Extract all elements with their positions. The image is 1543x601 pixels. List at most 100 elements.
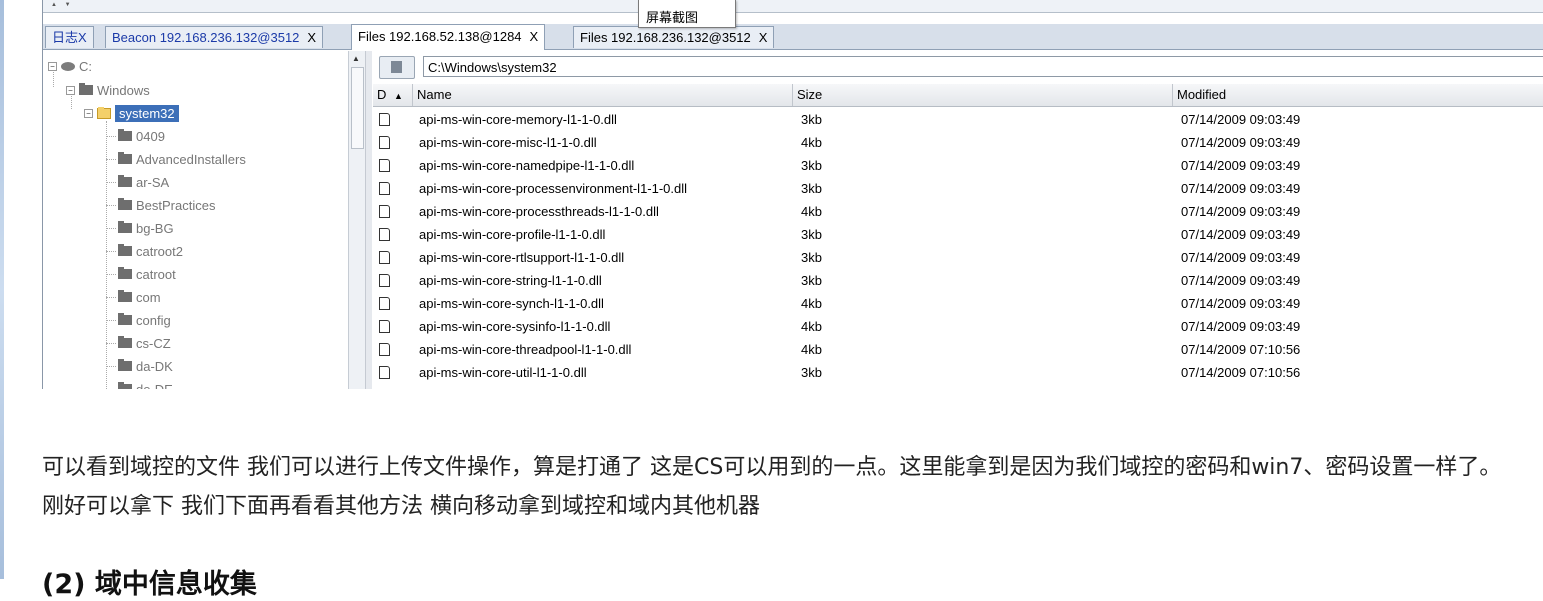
collapse-icon[interactable]: − [66, 85, 75, 95]
cell-modified: 07/14/2009 09:03:49 [1181, 296, 1301, 311]
tree-node-folder-label: AdvancedInstallers [136, 151, 246, 167]
tree-node-windows[interactable]: − Windows [66, 81, 150, 99]
tree-node-folder[interactable]: 0409 [118, 127, 165, 145]
tab-files-236-132-label: Files 192.168.236.132@3512 [580, 30, 751, 45]
collapse-icon[interactable]: − [48, 61, 57, 71]
list-icon [391, 61, 402, 73]
cell-size: 4kb [801, 319, 822, 334]
cell-modified: 07/14/2009 09:03:49 [1181, 227, 1301, 242]
file-icon [379, 366, 390, 379]
table-row[interactable]: api-ms-win-core-processthreads-l1-1-0.dl… [373, 200, 1543, 223]
folder-icon [118, 198, 132, 210]
column-header-d-label: D [377, 87, 387, 102]
path-browse-button[interactable] [379, 56, 415, 79]
folder-icon [118, 313, 132, 325]
file-icon [379, 159, 390, 172]
file-icon [379, 343, 390, 356]
folder-icon [118, 221, 132, 233]
screenshot-tooltip-label: 屏幕截图 [646, 11, 699, 26]
table-row[interactable]: api-ms-win-core-processenvironment-l1-1-… [373, 177, 1543, 200]
column-header-size[interactable]: Size [793, 84, 1173, 106]
file-icon [379, 113, 390, 126]
tree-node-system32[interactable]: − system32 [84, 104, 179, 122]
cell-modified: 07/14/2009 09:03:49 [1181, 319, 1301, 334]
article-paragraph: 可以看到域控的文件 我们可以进行上传文件操作，算是打通了 这是CS可以用到的一点… [42, 455, 1502, 519]
table-row[interactable]: api-ms-win-core-threadpool-l1-1-0.dll 4kb… [373, 338, 1543, 361]
folder-icon [79, 83, 93, 95]
sort-ascending-icon: ▲ [394, 91, 403, 101]
tree-node-folder[interactable]: com [118, 288, 161, 306]
folder-icon [118, 175, 132, 187]
tree-node-folder[interactable]: ar-SA [118, 173, 169, 191]
pane-splitter[interactable] [365, 51, 372, 389]
tree-node-folder[interactable]: BestPractices [118, 196, 215, 214]
file-icon [379, 182, 390, 195]
tab-files-236-132-close[interactable]: X [759, 30, 768, 45]
tab-beacon[interactable]: Beacon 192.168.236.132@3512 X [105, 26, 324, 48]
top-splitter-strip[interactable]: ▲ ▼ [43, 0, 1543, 13]
tree-node-folder[interactable]: config [118, 311, 171, 329]
tree-node-folder-label: cs-CZ [136, 335, 171, 351]
column-header-name[interactable]: Name [413, 84, 793, 106]
cell-size: 3kb [801, 112, 822, 127]
file-icon [379, 251, 390, 264]
cell-name: api-ms-win-core-misc-l1-1-0.dll [419, 135, 597, 150]
tree-node-folder[interactable]: catroot [118, 265, 176, 283]
table-row[interactable]: api-ms-win-core-memory-l1-1-0.dll 3kb 07/1… [373, 108, 1543, 131]
collapse-icon[interactable]: − [84, 108, 93, 118]
tree-node-system32-label: system32 [115, 104, 179, 122]
column-header-d[interactable]: D ▲ [373, 84, 413, 106]
tab-files-52-138-close[interactable]: X [530, 29, 539, 44]
table-row[interactable]: api-ms-win-core-util-l1-1-0.dll 3kb 07/14/… [373, 361, 1543, 384]
tree-node-folder[interactable]: AdvancedInstallers [118, 150, 246, 168]
tab-files-236-132[interactable]: Files 192.168.236.132@3512 X [573, 26, 775, 48]
folder-icon [118, 129, 132, 141]
tab-log[interactable]: 日志X [45, 26, 94, 48]
cell-modified: 07/14/2009 07:10:56 [1181, 342, 1301, 357]
table-row[interactable]: api-ms-win-core-misc-l1-1-0.dll 4kb 07/14/… [373, 131, 1543, 154]
tree-node-folder-label: com [136, 289, 161, 305]
folder-icon [118, 267, 132, 279]
folder-icon [118, 382, 132, 389]
tree-node-folder-label: 0409 [136, 128, 165, 144]
tree-node-folder-label: bg-BG [136, 220, 174, 236]
file-table-header: D ▲ Name Size Modified [373, 84, 1543, 107]
tree-node-folder[interactable]: cs-CZ [118, 334, 171, 352]
cell-modified: 07/14/2009 09:03:49 [1181, 135, 1301, 150]
cell-name: api-ms-win-core-rtlsupport-l1-1-0.dll [419, 250, 625, 265]
folder-icon [118, 359, 132, 371]
folder-icon [118, 152, 132, 164]
tab-beacon-close[interactable]: X [307, 30, 316, 45]
tree-scrollbar[interactable]: ▲ [348, 51, 365, 389]
tab-log-label: 日志 [52, 30, 79, 45]
tab-log-close[interactable]: X [78, 30, 87, 45]
table-row[interactable]: api-ms-win-core-sysinfo-l1-1-0.dll 4kb 07/… [373, 315, 1543, 338]
cell-name: api-ms-win-core-processthreads-l1-1-0.dl… [419, 204, 659, 219]
cell-name: api-ms-win-core-processenvironment-l1-1-… [419, 181, 688, 196]
cell-size: 3kb [801, 158, 822, 173]
scroll-up-icon[interactable]: ▲ [352, 54, 360, 63]
table-row[interactable]: api-ms-win-core-synch-l1-1-0.dll 4kb 07/14… [373, 292, 1543, 315]
cell-modified: 07/14/2009 07:10:56 [1181, 365, 1301, 380]
tree-node-drive[interactable]: − C: [48, 57, 92, 75]
table-row[interactable]: api-ms-win-core-profile-l1-1-0.dll 3kb 07/… [373, 223, 1543, 246]
path-input[interactable]: C:\Windows\system32 [423, 56, 1543, 77]
tree-node-folder-label: da-DK [136, 358, 173, 374]
cell-modified: 07/14/2009 09:03:49 [1181, 273, 1301, 288]
screenshot-tooltip: 屏幕截图 [638, 0, 736, 28]
open-folder-icon [97, 106, 111, 119]
table-row[interactable]: api-ms-win-core-rtlsupport-l1-1-0.dll 3kb… [373, 246, 1543, 269]
tree-scrollbar-thumb[interactable] [351, 67, 364, 149]
tree-node-folder[interactable]: de-DE [118, 380, 173, 389]
tree-node-folder[interactable]: bg-BG [118, 219, 174, 237]
cobaltstrike-screenshot: ▲ ▼ 屏幕截图 日志X Beacon 192.168.236.132@3512… [42, 0, 1543, 389]
tab-files-52-138[interactable]: Files 192.168.52.138@1284 X [351, 24, 546, 50]
table-row[interactable]: api-ms-win-core-string-l1-1-0.dll 3kb 07/1… [373, 269, 1543, 292]
cell-name: api-ms-win-core-profile-l1-1-0.dll [419, 227, 606, 242]
tree-node-folder[interactable]: catroot2 [118, 242, 183, 260]
column-header-modified[interactable]: Modified [1173, 84, 1543, 106]
file-icon [379, 274, 390, 287]
tree-node-folder[interactable]: da-DK [118, 357, 173, 375]
collapse-arrows-icon[interactable]: ▲ ▼ [51, 2, 74, 8]
table-row[interactable]: api-ms-win-core-namedpipe-l1-1-0.dll 3kb 0… [373, 154, 1543, 177]
